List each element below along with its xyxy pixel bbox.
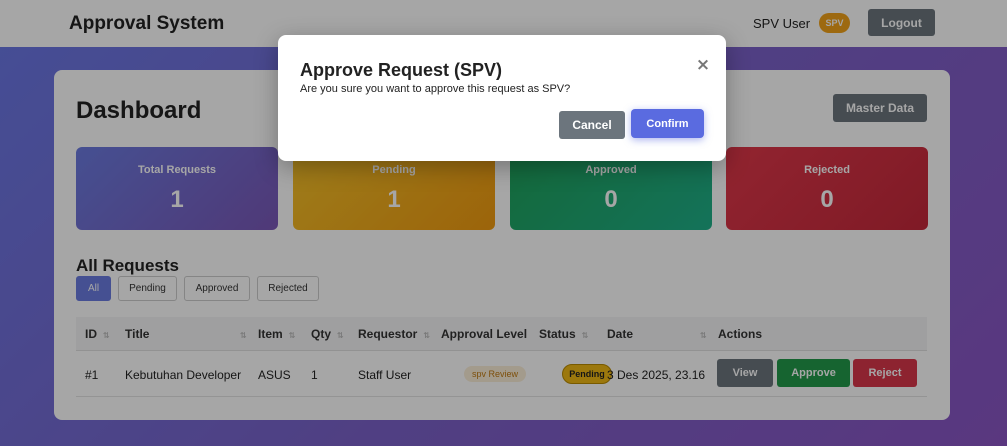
- confirm-button[interactable]: Confirm: [631, 109, 704, 138]
- modal-title: Approve Request (SPV): [300, 60, 503, 80]
- close-icon[interactable]: ×: [693, 55, 713, 75]
- approve-confirm-modal: Approve Request (SPV) Are you sure you w…: [278, 35, 726, 161]
- cancel-button[interactable]: Cancel: [559, 111, 625, 139]
- modal-message: Are you sure you want to approve this re…: [300, 83, 571, 95]
